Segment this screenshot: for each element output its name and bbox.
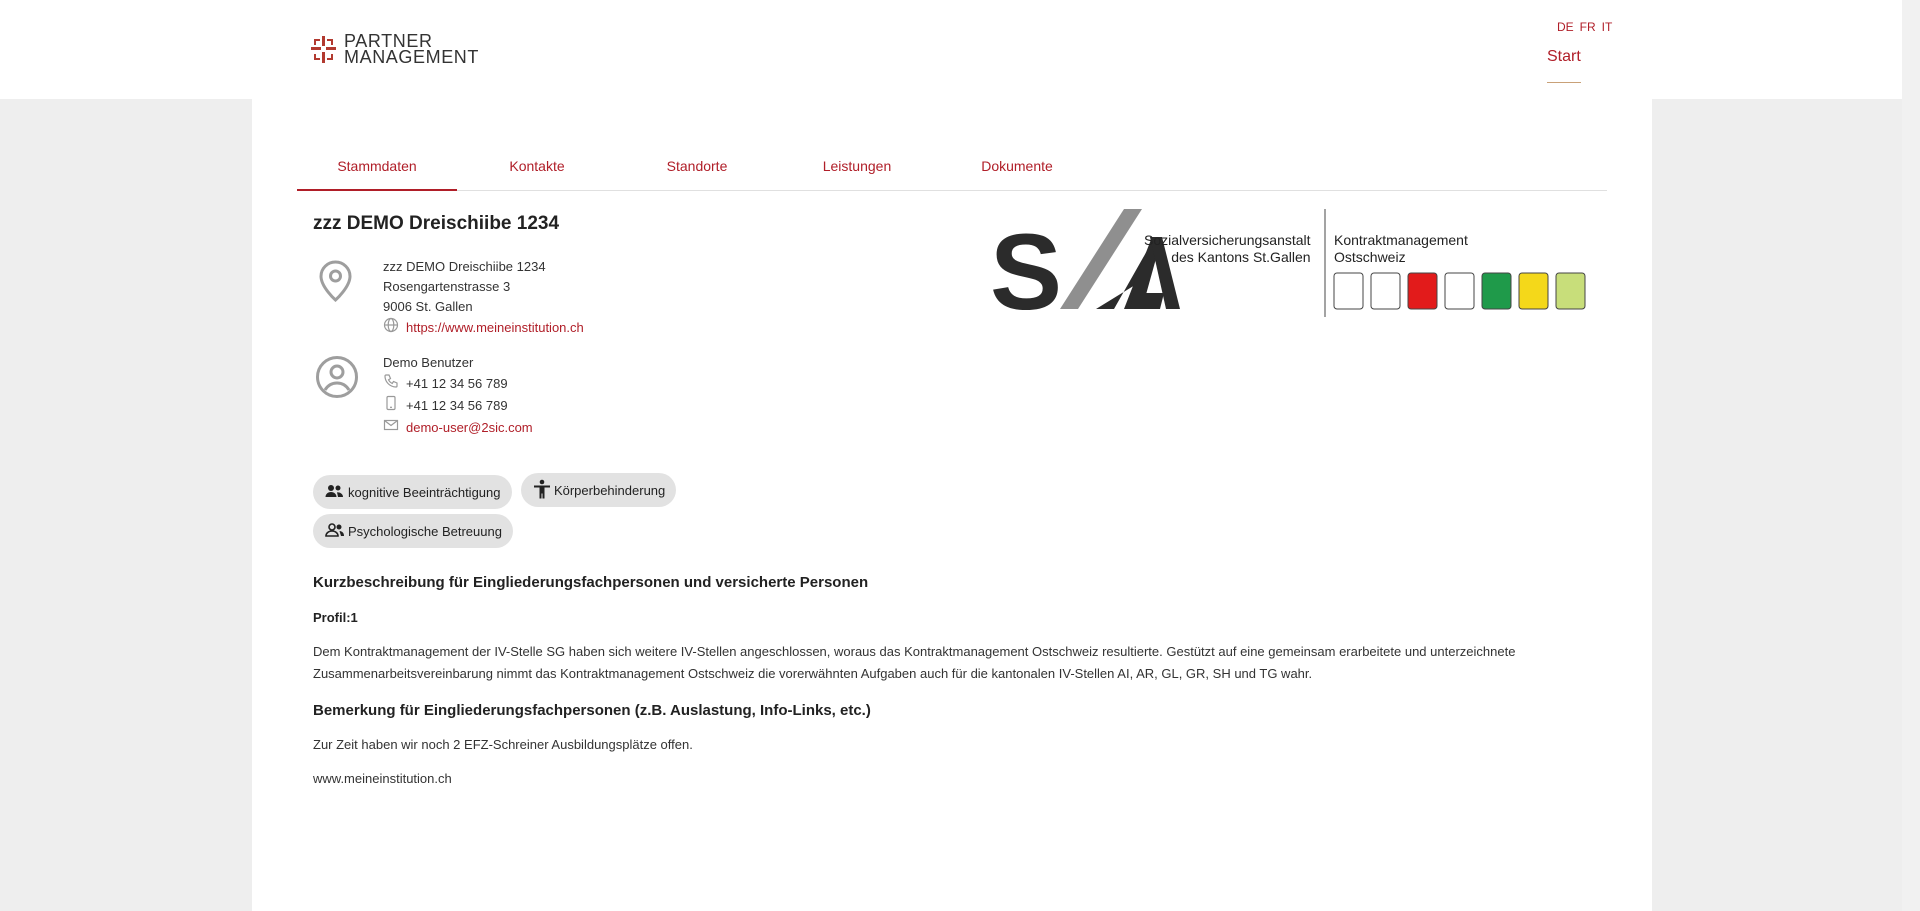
remarks-website-link[interactable]: www.meineinstitution.ch	[313, 768, 452, 790]
lang-de[interactable]: DE	[1557, 20, 1574, 34]
address-name: zzz DEMO Dreischiibe 1234	[383, 259, 546, 274]
brand-logo[interactable]: PARTNER MANAGEMENT	[311, 32, 480, 67]
chip-kognitive-beeintraechtigung[interactable]: kognitive Beeinträchtigung	[313, 475, 512, 509]
phone-icon	[383, 373, 399, 395]
supervisor-icon	[325, 522, 345, 541]
address-city: 9006 St. Gallen	[383, 299, 473, 314]
location-pin-icon	[319, 260, 352, 307]
sva-line1: Sozialversicherungsanstalt	[1144, 232, 1311, 248]
remarks-heading: Bemerkung für Eingliederungsfachpersonen…	[313, 702, 871, 719]
sva-logo: S Sozialversicherungsanstalt des Kantons…	[990, 207, 1590, 332]
remarks-text: Zur Zeit haben wir noch 2 EFZ-Schreiner …	[313, 737, 693, 752]
chip-label: kognitive Beeinträchtigung	[348, 484, 501, 500]
account-circle-icon	[315, 355, 359, 404]
svg-text:S: S	[990, 211, 1062, 317]
sva-line2: des Kantons St.Gallen	[1171, 249, 1311, 265]
chip-koerperbehinderung[interactable]: Körperbehinderung	[520, 473, 677, 507]
tab-stammdaten[interactable]: Stammdaten	[297, 156, 457, 191]
institution-title: zzz DEMO Dreischiibe 1234	[313, 213, 560, 234]
lang-fr[interactable]: FR	[1580, 20, 1596, 34]
contact-block: Demo Benutzer +41 12 34 56 789 +41 12 34…	[383, 353, 533, 439]
language-switcher: DE FR IT	[1557, 20, 1612, 34]
profil-label: Profil:1	[313, 610, 358, 625]
people-icon	[325, 483, 345, 502]
address-block: zzz DEMO Dreischiibe 1234 Rosengartenstr…	[383, 257, 584, 339]
brand-mark-icon	[311, 35, 336, 63]
chip-label: Körperbehinderung	[553, 482, 666, 498]
tab-dokumente[interactable]: Dokumente	[937, 156, 1097, 191]
km-ostschweiz-label: Kontraktmanagement Ostschweiz	[1334, 232, 1468, 266]
mobile-phone-icon	[383, 395, 399, 417]
sva-name: Sozialversicherungsanstalt des Kantons S…	[1144, 232, 1311, 266]
chip-psychologische-betreuung[interactable]: Psychologische Betreuung	[313, 514, 513, 548]
chip-label: Psychologische Betreuung	[348, 523, 502, 539]
nav-start-link[interactable]: Start	[1547, 48, 1581, 83]
website-link[interactable]: https://www.meineinstitution.ch	[406, 318, 584, 338]
tab-standorte[interactable]: Standorte	[617, 156, 777, 191]
km-line2: Ostschweiz	[1334, 249, 1406, 265]
lang-it[interactable]: IT	[1602, 20, 1613, 34]
tab-leistungen[interactable]: Leistungen	[777, 156, 937, 191]
accessibility-icon	[533, 479, 551, 502]
contact-mobile: +41 12 34 56 789	[406, 398, 508, 413]
tab-kontakte[interactable]: Kontakte	[457, 156, 617, 191]
contact-name: Demo Benutzer	[383, 355, 474, 370]
description-text: Dem Kontraktmanagement der IV-Stelle SG …	[313, 644, 1516, 681]
mail-icon	[383, 417, 399, 439]
address-street: Rosengartenstrasse 3	[383, 279, 511, 294]
brand-line2: MANAGEMENT	[344, 47, 480, 67]
chip-list: kognitive Beeinträchtigung Körperbehinde…	[313, 473, 763, 553]
contact-email-link[interactable]: demo-user@2sic.com	[406, 418, 533, 438]
globe-icon	[383, 317, 399, 339]
tab-bar: Stammdaten Kontakte Standorte Leistungen…	[297, 156, 1607, 191]
contact-phone: +41 12 34 56 789	[406, 376, 508, 391]
description-heading: Kurzbeschreibung für Eingliederungsfachp…	[313, 574, 869, 591]
scrollbar[interactable]	[1902, 0, 1920, 911]
main-panel: Stammdaten Kontakte Standorte Leistungen…	[252, 99, 1652, 911]
km-line1: Kontraktmanagement	[1334, 232, 1468, 248]
top-header: PARTNER MANAGEMENT DE FR IT Start	[0, 0, 1902, 99]
